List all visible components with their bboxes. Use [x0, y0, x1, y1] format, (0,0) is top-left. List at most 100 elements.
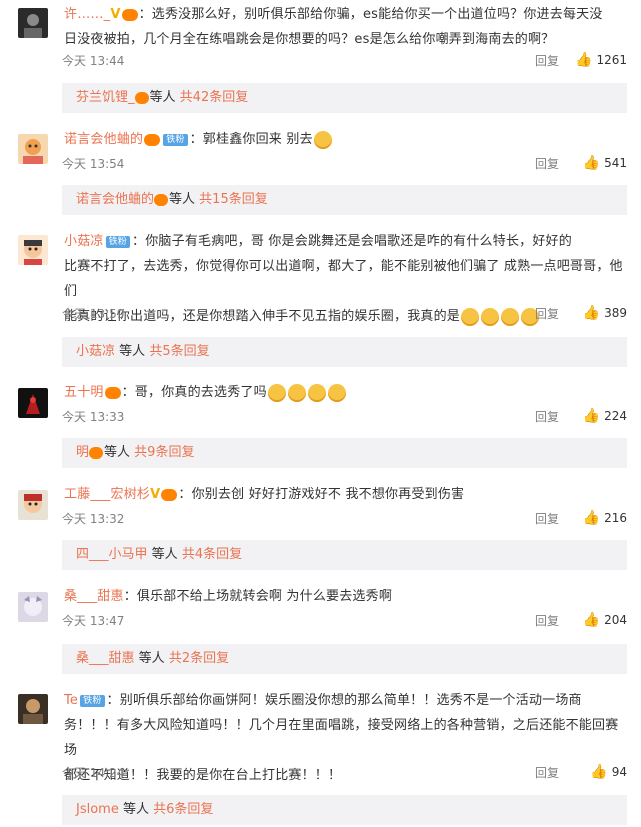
thumbs-up-icon: 👍 — [582, 612, 601, 628]
reply-username[interactable]: 四___小马甲 — [76, 547, 148, 562]
username[interactable]: 桑___甜惠 — [64, 589, 124, 604]
comment-text: 诺言会他蛐的 铁粉 ：郭桂鑫你回来 别去 — [64, 127, 627, 152]
reply-username[interactable]: 诺言会他蛐的 — [76, 192, 154, 207]
reply-button[interactable]: 回复 — [535, 612, 559, 629]
verified-badge: V — [150, 487, 161, 502]
replies-summary[interactable]: Jslome 等人 共6条回复 — [62, 795, 627, 825]
avatar[interactable] — [18, 235, 48, 265]
timestamp: 今天 13:32 — [62, 512, 125, 526]
emoji-face-icon — [267, 383, 286, 402]
view-replies-link[interactable]: 共4条回复 — [182, 547, 242, 562]
reply-button[interactable]: 回复 — [535, 155, 559, 172]
reply-button[interactable]: 回复 — [535, 764, 559, 781]
reply-username[interactable]: 明 — [76, 445, 89, 460]
comment-text: 工藤___宏树杉V ：你别去创 好好打游戏好不 我不想你再受到伤害 — [64, 482, 627, 507]
username[interactable]: 小菇凉 — [64, 234, 104, 249]
reply-username[interactable]: Jslome — [76, 802, 119, 817]
thumbs-up-icon: 👍 — [590, 764, 608, 780]
replies-suffix: 等人 — [122, 802, 149, 817]
avatar[interactable] — [18, 490, 48, 520]
avatar[interactable] — [18, 388, 48, 418]
thumbs-up-icon: 👍 — [582, 510, 601, 526]
replies-suffix: 等人 — [151, 547, 178, 562]
comment-line: 日没夜被拍，几个月全在练唱跳会是你想要的吗？es是怎么给你嘲弄到海南去的啊？ — [64, 32, 555, 47]
thumbs-up-icon: 👍 — [582, 408, 601, 424]
like-button[interactable]: 👍 541 — [583, 155, 627, 171]
thumbs-up-icon: 👍 — [582, 305, 601, 321]
thumbs-up-icon: 👍 — [575, 52, 593, 68]
avatar[interactable] — [18, 134, 48, 164]
replies-summary[interactable]: 诺言会他蛐的 等人 共15条回复 — [62, 185, 627, 215]
reply-button[interactable]: 回复 — [535, 305, 559, 322]
replies-suffix: 等人 — [138, 651, 165, 666]
like-button[interactable]: 👍 1261 — [575, 52, 627, 68]
comment-text: 桑___甜惠：俱乐部不给上场就转会啊 为什么要去选秀啊 — [64, 584, 627, 609]
view-replies-link[interactable]: 共2条回复 — [169, 651, 229, 666]
timestamp: 今天 13:59 — [62, 307, 125, 321]
comment-meta: 今天 13:47 回复 👍 204 — [62, 612, 641, 632]
comment-line: ：你脑子有毛病吧，哥 你是会跳舞还是会唱歌还是咋的有什么特长，好好的 — [132, 234, 572, 249]
avatar[interactable] — [18, 694, 48, 724]
like-button[interactable]: 👍 204 — [583, 612, 627, 628]
like-count: 389 — [604, 306, 627, 320]
like-count: 216 — [604, 511, 627, 525]
fan-badge: 铁粉 — [105, 235, 131, 248]
username[interactable]: 诺言会他蛐的 — [64, 132, 143, 147]
comment-line: ：选秀没那么好，别听俱乐部给你骗，es能给你买一个出道位吗？你进去每天没 — [138, 7, 603, 22]
member-crown-icon — [154, 193, 169, 206]
member-crown-icon — [144, 133, 161, 146]
comment-meta: 今天 13:54 回复 👍 541 — [62, 155, 641, 175]
like-count: 94 — [611, 765, 627, 779]
member-crown-icon — [161, 488, 178, 501]
like-button[interactable]: 👍 389 — [583, 305, 627, 321]
comment-meta: 今天 13:59 回复 👍 389 — [62, 305, 641, 325]
replies-suffix: 等人 — [169, 192, 196, 207]
comment-text: 许……_V ：选秀没那么好，别听俱乐部给你骗，es能给你买一个出道位吗？你进去每天… — [64, 2, 627, 52]
comment-line: ：郭桂鑫你回来 别去 — [189, 132, 313, 147]
reply-button[interactable]: 回复 — [535, 510, 559, 527]
comment-feed: 许……_V ：选秀没那么好，别听俱乐部给你骗，es能给你买一个出道位吗？你进去每天… — [0, 0, 641, 827]
username[interactable]: 五十明 — [64, 385, 104, 400]
comment-line: ：你别去创 好好打游戏好不 我不想你再受到伤害 — [178, 487, 465, 502]
view-replies-link[interactable]: 共15条回复 — [199, 192, 268, 207]
replies-summary[interactable]: 芬兰饥锂_ 等人 共42条回复 — [62, 83, 627, 113]
member-crown-icon — [121, 8, 138, 21]
view-replies-link[interactable]: 共6条回复 — [153, 802, 213, 817]
replies-summary[interactable]: 明等人 共9条回复 — [62, 438, 627, 468]
thumbs-up-icon: 👍 — [582, 155, 601, 171]
replies-suffix: 等人 — [119, 344, 146, 359]
reply-username[interactable]: 桑___甜惠 — [76, 651, 135, 666]
reply-button[interactable]: 回复 — [535, 52, 559, 69]
view-replies-link[interactable]: 共5条回复 — [149, 344, 209, 359]
username[interactable]: 工藤___宏树杉 — [64, 487, 150, 502]
timestamp: 今天 13:47 — [62, 614, 125, 628]
like-button[interactable]: 👍 94 — [590, 764, 627, 780]
avatar[interactable] — [18, 8, 48, 38]
emoji-face-icon — [313, 130, 332, 149]
reply-username[interactable]: 芬兰饥锂_ — [76, 90, 135, 105]
timestamp: 今天 13:54 — [62, 157, 125, 171]
timestamp: 今天 13:33 — [62, 410, 125, 424]
like-button[interactable]: 👍 216 — [583, 510, 627, 526]
timestamp: 今天 14:24 — [62, 766, 125, 780]
reply-username[interactable]: 小菇凉 — [76, 344, 115, 359]
comment-text: 五十明 ：哥，你真的去选秀了吗 — [64, 380, 627, 405]
like-count: 1261 — [596, 53, 627, 67]
replies-summary[interactable]: 桑___甜惠 等人 共2条回复 — [62, 644, 627, 674]
replies-suffix: 等人 — [149, 90, 176, 105]
comment-line: ：别听俱乐部给你画饼阿！娱乐圈没你想的那么简单！！选秀不是一个活动一场商 — [106, 693, 582, 708]
username[interactable]: Te — [64, 693, 78, 708]
verified-badge: V — [110, 7, 121, 22]
view-replies-link[interactable]: 共42条回复 — [180, 90, 249, 105]
replies-summary[interactable]: 四___小马甲 等人 共4条回复 — [62, 540, 627, 570]
comment-meta: 今天 13:32 回复 👍 216 — [62, 510, 641, 530]
view-replies-link[interactable]: 共9条回复 — [134, 445, 194, 460]
emoji-face-icon — [327, 383, 346, 402]
replies-summary[interactable]: 小菇凉 等人 共5条回复 — [62, 337, 627, 367]
reply-button[interactable]: 回复 — [535, 408, 559, 425]
avatar[interactable] — [18, 592, 48, 622]
timestamp: 今天 13:44 — [62, 54, 125, 68]
username[interactable]: 许……_ — [64, 7, 110, 22]
like-button[interactable]: 👍 224 — [583, 408, 627, 424]
comment-line: ：俱乐部不给上场就转会啊 为什么要去选秀啊 — [123, 589, 393, 604]
